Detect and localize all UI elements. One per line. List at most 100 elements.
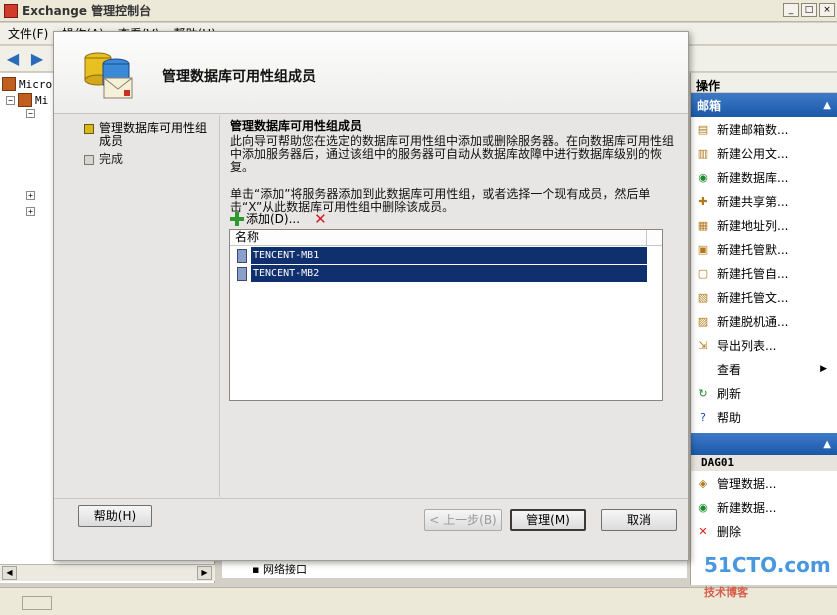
action-item[interactable]: ✕ 删除 [691, 519, 837, 543]
wizard-steps: 管理数据库可用性组成员 完成 [54, 115, 219, 497]
exchange-org-icon [2, 77, 16, 91]
action-label: 新建数据库... [717, 170, 789, 185]
action-label: 新建公用文... [717, 146, 789, 161]
member-list[interactable]: 名称 TENCENT-MB1 TENCENT-MB2 [229, 229, 663, 401]
mailbox-header-label: 邮箱 [697, 98, 722, 113]
actions-title: 操作 [691, 73, 837, 93]
horizontal-scrollbar[interactable]: ◀ ▶ [0, 564, 215, 581]
close-button[interactable]: × [819, 3, 835, 17]
new-db-icon: ◉ [698, 500, 708, 514]
action-item[interactable]: ⇲ 导出列表... [691, 333, 837, 357]
scroll-right-icon[interactable]: ▶ [197, 566, 212, 580]
action-item[interactable]: ▨ 新建脱机通... [691, 309, 837, 333]
action-label: 查看 [717, 362, 742, 377]
action-item[interactable]: ▧ 新建托管文... [691, 285, 837, 309]
dialog-header: 管理数据库可用性组成员 [54, 32, 688, 114]
server-icon [237, 248, 247, 263]
minimize-button[interactable]: _ [783, 3, 799, 17]
scroll-left-icon[interactable]: ◀ [2, 566, 17, 580]
exchange-app-icon [4, 3, 18, 18]
action-item[interactable]: 查看 ▶ [691, 357, 837, 381]
expander-icon[interactable]: − [26, 109, 35, 118]
action-item[interactable]: ▣ 新建托管默... [691, 237, 837, 261]
offline-address-icon: ▨ [697, 314, 709, 328]
address-list-icon: ▦ [697, 218, 709, 232]
expander-icon[interactable]: + [26, 191, 35, 200]
tree-node-label: Mi [35, 93, 49, 107]
action-label: 导出列表... [717, 338, 777, 353]
mailbox-section-header[interactable]: 邮箱 ▲ [691, 93, 837, 117]
watermark-text: 51CTO.com [704, 553, 831, 577]
view-icon [695, 361, 711, 377]
app-title: Exchange 管理控制台 [22, 4, 152, 18]
name-column-header[interactable]: 名称 [230, 230, 662, 246]
action-item[interactable]: ▤ 新建邮箱数... [691, 117, 837, 141]
step-label: 管理数据库可用性组成员 [99, 121, 208, 148]
org-config-icon [18, 93, 32, 107]
dialog-content: 管理数据库可用性组成员 此向导可帮助您在选定的数据库可用性组中添加或删除服务器。… [230, 117, 680, 214]
action-label: 新建托管自... [717, 266, 789, 281]
action-item[interactable]: ◈ 管理数据... [691, 471, 837, 495]
menu-file[interactable]: 文件(F) [8, 25, 48, 42]
tree-node-root[interactable]: Micro [2, 77, 52, 91]
managed-folder-icon: ▧ [697, 290, 709, 304]
action-label: 新建托管文... [717, 290, 789, 305]
action-item[interactable]: ? 帮助 [691, 405, 837, 429]
tree-node-child[interactable]: − Mi [6, 93, 48, 107]
action-label: 帮助 [717, 410, 742, 425]
expander-icon[interactable]: − [6, 95, 15, 105]
back-arrow-icon[interactable]: ◀ [4, 49, 22, 68]
manage-db-icon: ◈ [698, 476, 708, 490]
delete-icon: ✕ [698, 524, 708, 538]
share-icon: ✚ [698, 194, 708, 208]
forward-arrow-icon[interactable]: ▶ [28, 49, 46, 68]
watermark-sub: 技术博客 [704, 586, 748, 599]
step-finish[interactable]: 完成 [84, 153, 123, 166]
add-member-button[interactable]: 添加(D)... [230, 210, 300, 227]
database-icon: ◉ [698, 170, 708, 184]
name-column-label: 名称 [235, 230, 260, 244]
tree-node-sub[interactable]: + [26, 207, 38, 216]
content-title: 管理数据库可用性组成员 [230, 119, 363, 133]
list-item[interactable]: TENCENT-MB2 [237, 265, 647, 282]
remove-member-button[interactable]: ✕ [314, 211, 327, 226]
network-icon: ▪ [252, 563, 263, 576]
maximize-button[interactable]: □ [801, 3, 817, 17]
network-interface-row: ▪ 网络接口 [222, 560, 687, 578]
actions-pane: 操作 邮箱 ▲ ▤ 新建邮箱数... ▥ 新建公用文... ◉ 新建数据库... ✚ 新建共享… [690, 73, 837, 585]
app-titlebar: Exchange 管理控制台 _ □ × [0, 0, 837, 22]
expander-icon[interactable]: + [26, 207, 35, 216]
step-manage-members[interactable]: 管理数据库可用性组成员 [84, 122, 214, 148]
action-item[interactable]: ✚ 新建共享第... [691, 189, 837, 213]
server-icon [237, 266, 247, 281]
refresh-icon: ↻ [698, 386, 708, 400]
managed-default-icon: ▣ [697, 242, 709, 256]
tree-node-sub[interactable]: − [26, 109, 38, 118]
help-button[interactable]: 帮助(H) [78, 505, 152, 527]
status-cell [22, 596, 52, 610]
action-item[interactable]: ▦ 新建地址列... [691, 213, 837, 237]
current-step-icon [84, 124, 94, 134]
mailbox-db-icon: ▤ [697, 122, 709, 136]
action-item[interactable]: ↻ 刷新 [691, 381, 837, 405]
cancel-button[interactable]: 取消 [601, 509, 677, 531]
dag-section-header[interactable]: ▲ [691, 433, 837, 455]
back-button[interactable]: < 上一步(B) [424, 509, 502, 531]
action-item[interactable]: ▢ 新建托管自... [691, 261, 837, 285]
database-wizard-icon [84, 52, 133, 99]
action-label: 新建地址列... [717, 218, 789, 233]
step-divider [219, 115, 220, 497]
manage-button[interactable]: 管理(M) [510, 509, 586, 531]
action-item[interactable]: ◉ 新建数据库... [691, 165, 837, 189]
collapse-icon[interactable]: ▲ [823, 439, 831, 450]
list-item[interactable]: TENCENT-MB1 [237, 247, 647, 264]
action-item[interactable]: ◉ 新建数据... [691, 495, 837, 519]
submenu-arrow-icon: ▶ [820, 364, 827, 374]
action-label: 新建托管默... [717, 242, 789, 257]
tree-node-sub[interactable]: + [26, 191, 38, 200]
collapse-icon[interactable]: ▲ [823, 100, 831, 111]
action-item[interactable]: ▥ 新建公用文... [691, 141, 837, 165]
tree-node-label: Micro [19, 77, 53, 91]
public-folder-icon: ▥ [697, 146, 709, 160]
help-icon: ? [700, 410, 706, 424]
